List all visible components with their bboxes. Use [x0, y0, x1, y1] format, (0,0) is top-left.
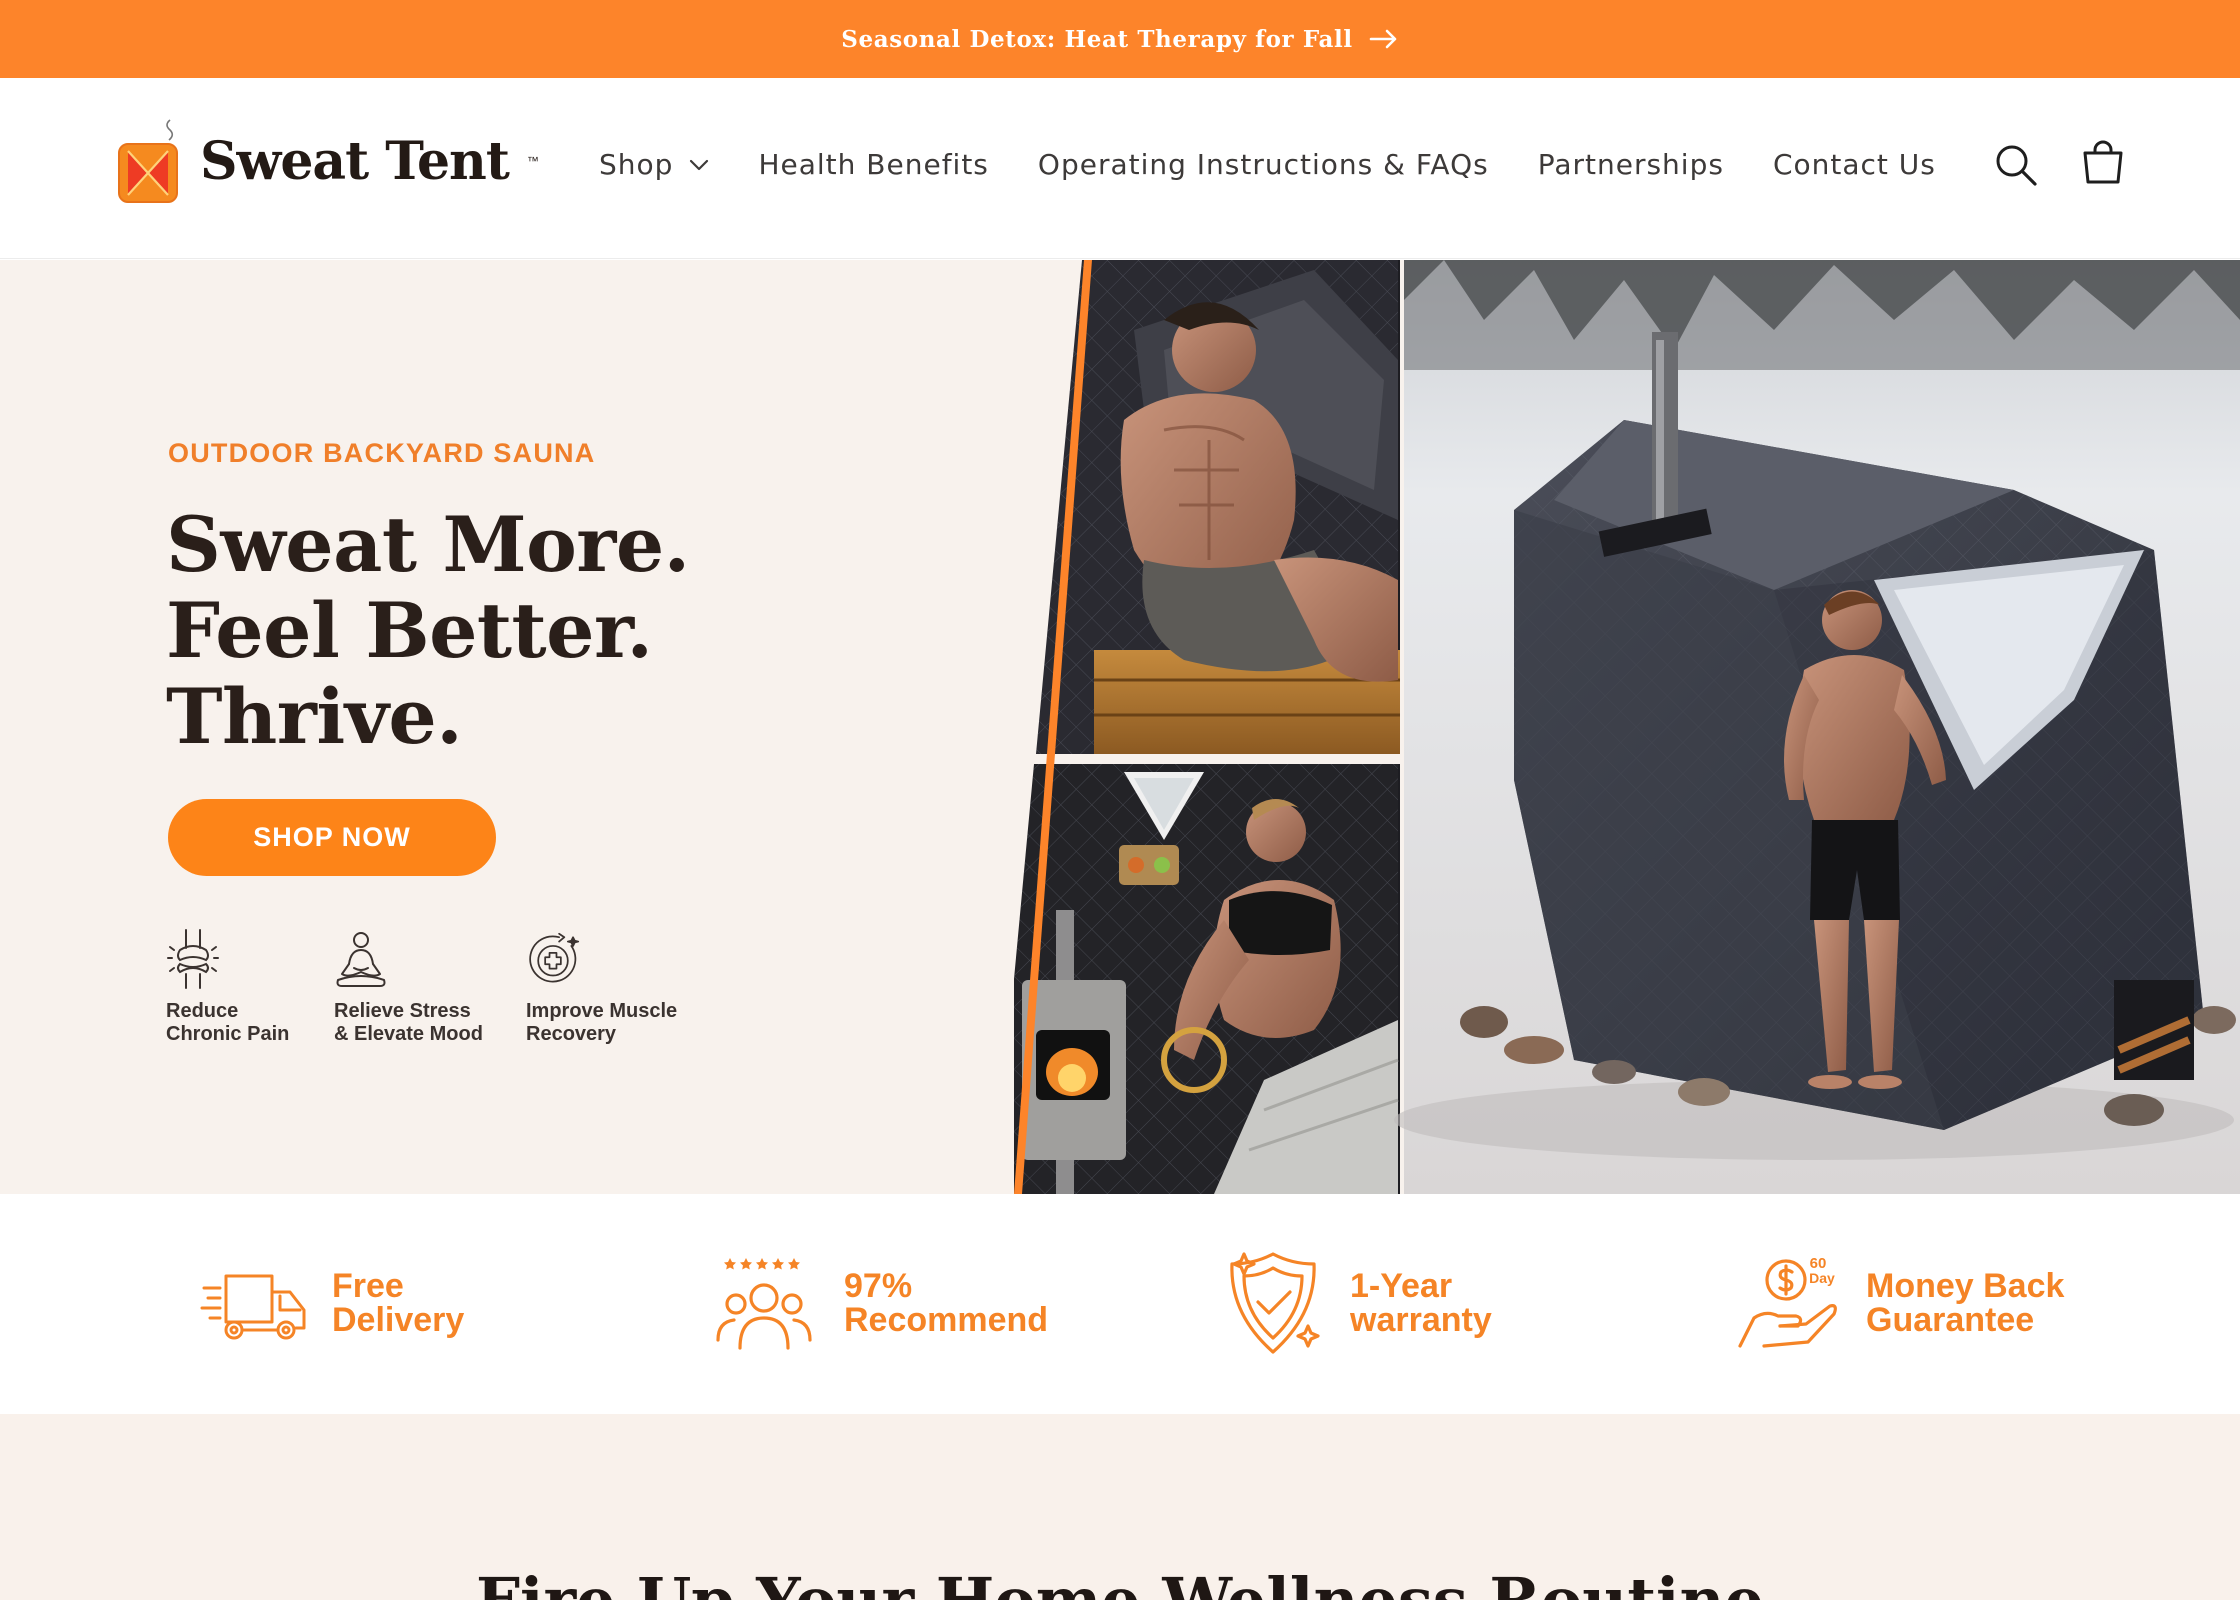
wellness-section: Fire Up Your Home Wellness Routine — [0, 1414, 2240, 1600]
benefit-label: Reduce Chronic Pain — [166, 1000, 290, 1045]
meditation-icon — [336, 932, 386, 987]
nav-health-benefits[interactable]: Health Benefits — [758, 148, 988, 181]
hero-eyebrow: OUTDOOR BACKYARD SAUNA — [168, 438, 596, 468]
logo-text: Sweat Tent — [200, 130, 510, 192]
nav-contact-us[interactable]: Contact Us — [1773, 148, 1936, 181]
section-title: Fire Up Your Home Wellness Routine — [0, 1564, 2240, 1600]
feature-label: Free Delivery — [332, 1267, 465, 1339]
headline-line-2: Feel Better. — [166, 586, 653, 675]
logo-mark-icon — [118, 119, 178, 203]
trademark-mark: ™ — [526, 154, 539, 168]
site-header: Sweat Tent ™ Shop Health Benefits Operati… — [0, 78, 2240, 259]
announcement-text[interactable]: Seasonal Detox: Heat Therapy for Fall — [841, 26, 1352, 53]
feature-free-delivery: Free Delivery — [200, 1248, 464, 1358]
search-icon[interactable] — [1993, 142, 2039, 188]
feature-label: Money Back Guarantee — [1866, 1267, 2065, 1339]
product-photo-collage — [1014, 260, 2240, 1194]
cart-icon[interactable] — [2080, 140, 2126, 186]
logo[interactable]: Sweat Tent ™ — [114, 118, 539, 204]
feature-1-year-warranty: 1-Year warranty — [1218, 1248, 1492, 1358]
benefit-muscle-recovery: Improve Muscle Recovery — [526, 928, 677, 1046]
muscle-recovery-icon — [529, 932, 580, 983]
hero-headline: Sweat More. Feel Better. Thrive. — [166, 502, 690, 760]
people-icon — [716, 1258, 812, 1350]
feature-97-recommend: 97% Recommend — [712, 1248, 1048, 1358]
svg-text:Day: Day — [1809, 1270, 1835, 1286]
nav-shop[interactable]: Shop — [599, 148, 709, 181]
feature-label: 97% Recommend — [844, 1267, 1049, 1339]
benefit-relieve-stress: Relieve Stress & Elevate Mood — [334, 928, 483, 1046]
delivery-truck-icon — [200, 1274, 306, 1340]
nav-operating-instructions[interactable]: Operating Instructions & FAQs — [1038, 148, 1489, 181]
money-hand-icon: 60 Day — [1738, 1255, 1837, 1348]
benefit-reduce-pain: Reduce Chronic Pain — [166, 928, 289, 1046]
benefit-label: Relieve Stress & Elevate Mood — [334, 1000, 483, 1045]
feature-label: 1-Year warranty — [1350, 1267, 1492, 1339]
nav-shop-label: Shop — [599, 148, 674, 181]
joint-icon — [167, 929, 219, 989]
main-nav: Shop Health Benefits Operating Instructi… — [599, 148, 1985, 181]
nav-partnerships[interactable]: Partnerships — [1538, 148, 1724, 181]
hero-section: OUTDOOR BACKYARD SAUNA Sweat More. Feel … — [0, 260, 2240, 1194]
headline-line-3: Thrive. — [166, 672, 463, 761]
chevron-down-icon — [690, 159, 709, 170]
feature-money-back: 60 Day Money Back Guarantee — [1734, 1248, 2064, 1358]
arrow-right-icon — [1369, 29, 1397, 49]
features-strip: Free Delivery 97% Recommend 1-Year warra… — [0, 1194, 2240, 1414]
headline-line-1: Sweat More. — [166, 500, 690, 589]
benefit-label: Improve Muscle Recovery — [526, 1000, 678, 1045]
announcement-bar[interactable]: Seasonal Detox: Heat Therapy for Fall — [0, 0, 2240, 78]
shield-check-icon — [1230, 1252, 1320, 1354]
shop-now-button[interactable]: SHOP NOW — [168, 799, 496, 876]
